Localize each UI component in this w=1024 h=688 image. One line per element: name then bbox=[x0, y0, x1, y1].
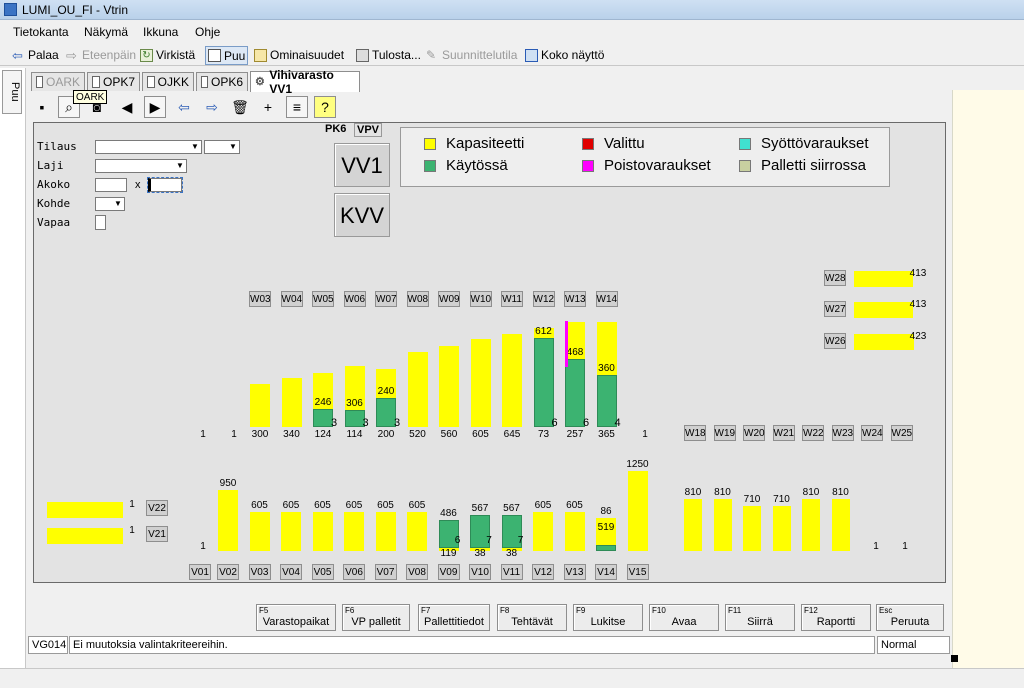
legend-swatch bbox=[424, 159, 436, 172]
chevron-down-icon: ▼ bbox=[176, 161, 184, 170]
arrow-left-icon: ⇦ bbox=[12, 47, 23, 63]
sort-icon[interactable]: ≡ bbox=[286, 96, 308, 118]
menu-bar: Tietokanta Näkymä Ikkuna Ohje bbox=[0, 22, 1024, 42]
left-panel bbox=[0, 68, 26, 668]
legend-swatch bbox=[739, 137, 751, 150]
chevron-down-icon: ▼ bbox=[229, 142, 237, 151]
legend-swatch bbox=[582, 137, 594, 150]
f11-siirra-button[interactable]: F11 Siirrä bbox=[725, 604, 795, 631]
tab-opk6[interactable]: OPK6 bbox=[196, 72, 248, 91]
label-akoko: Akoko bbox=[37, 178, 71, 191]
tab-page-icon bbox=[92, 76, 100, 88]
akoko-height-input[interactable] bbox=[147, 177, 183, 193]
label-laji: Laji bbox=[37, 159, 64, 172]
f5-varastopaikat-button[interactable]: F5 Varastopaikat bbox=[256, 604, 336, 631]
legend-syottovaraukset: Syöttövaraukset bbox=[739, 135, 869, 152]
arrow-right-icon[interactable]: ⇨ bbox=[201, 96, 223, 118]
tab-page-icon bbox=[201, 76, 208, 88]
tree-icon bbox=[208, 49, 221, 62]
title-bar: LUMI_OU_FI - Vtrin bbox=[0, 0, 1024, 20]
legend-kaytossa: Käytössä bbox=[424, 157, 508, 174]
f12-raportti-button[interactable]: F12 Raportti bbox=[801, 604, 871, 631]
legend-poistovaraukset: Poistovaraukset bbox=[582, 157, 711, 174]
legend-swatch bbox=[424, 137, 436, 150]
vv1-button[interactable]: VV1 bbox=[334, 143, 390, 187]
tilaus-dropdown-2[interactable]: ▼ bbox=[204, 140, 240, 154]
app-icon bbox=[4, 3, 17, 16]
legend-kapasiteetti: Kapasiteetti bbox=[424, 135, 524, 152]
legend-valittu: Valittu bbox=[582, 135, 645, 152]
legend-swatch bbox=[739, 159, 751, 172]
laji-dropdown[interactable]: ▼ bbox=[95, 159, 187, 173]
menu-nakyma[interactable]: Näkymä bbox=[84, 25, 128, 39]
pk6-label: PK6 bbox=[325, 123, 347, 135]
legend-palletti-siirrossa: Palletti siirrossa bbox=[739, 157, 866, 174]
back-button[interactable]: ⇦ Palaa bbox=[12, 48, 59, 62]
chevron-down-icon: ▼ bbox=[191, 142, 199, 151]
kvv-button[interactable]: KVV bbox=[334, 193, 390, 237]
print-button[interactable]: Tulosta... bbox=[356, 48, 421, 62]
menu-ohje[interactable]: Ohje bbox=[195, 25, 220, 39]
tree-button[interactable]: Puu bbox=[205, 46, 249, 65]
fullscreen-icon bbox=[525, 48, 538, 62]
status-code: VG014 bbox=[28, 636, 68, 654]
tab-page-icon bbox=[36, 76, 43, 88]
design-icon: ✎ bbox=[426, 47, 437, 62]
chevron-down-icon: ▼ bbox=[114, 199, 122, 208]
refresh-icon: ↻ bbox=[140, 48, 153, 62]
kohde-dropdown[interactable]: ▼ bbox=[95, 197, 125, 211]
tab-vihivarasto-vv1[interactable]: ⚙ Vihivarasto VV1 bbox=[250, 68, 360, 96]
f10-avaa-button[interactable]: F10 Avaa bbox=[649, 604, 719, 631]
menu-tietokanta[interactable]: Tietokanta bbox=[13, 25, 69, 39]
help-icon[interactable]: ? bbox=[314, 96, 336, 118]
tab-opk7[interactable]: OPK7 bbox=[87, 72, 140, 91]
storage-icon: ⚙ bbox=[255, 76, 265, 88]
f7-pallettitiedot-button[interactable]: F7 Pallettitiedot bbox=[418, 604, 490, 631]
design-mode-button[interactable]: ✎ Suunnittelutila bbox=[426, 48, 517, 62]
main-toolbar: ⇦ Palaa ⇨ Eteenpäin ↻ Virkistä Puu Omina… bbox=[0, 44, 1024, 66]
delete-icon[interactable]: 🗑 bbox=[229, 96, 251, 118]
status-mode: Normal bbox=[877, 636, 950, 654]
resize-handle[interactable] bbox=[951, 655, 958, 662]
right-pane bbox=[952, 90, 1024, 668]
tab-page-icon bbox=[147, 76, 155, 88]
next-icon[interactable]: ▶ bbox=[144, 96, 166, 118]
refresh-button[interactable]: ↻ Virkistä bbox=[140, 48, 195, 62]
akoko-separator: x bbox=[135, 179, 141, 191]
legend-swatch bbox=[582, 159, 594, 172]
f8-tehtavat-button[interactable]: F8 Tehtävät bbox=[497, 604, 567, 631]
save-icon[interactable]: ▪ bbox=[31, 96, 53, 118]
arrow-left-icon[interactable]: ⇦ bbox=[173, 96, 195, 118]
esc-peruuta-button[interactable]: Esc Peruuta bbox=[876, 604, 944, 631]
properties-button[interactable]: Ominaisuudet bbox=[254, 48, 344, 62]
previous-icon[interactable]: ◀ bbox=[116, 96, 138, 118]
tilaus-dropdown[interactable]: ▼ bbox=[95, 140, 202, 154]
tooltip: OARK bbox=[73, 90, 108, 104]
printer-icon bbox=[356, 48, 369, 62]
properties-icon bbox=[254, 48, 267, 62]
vpv-label: VPV bbox=[354, 123, 383, 137]
bottom-bar bbox=[0, 668, 1024, 688]
add-icon[interactable]: + bbox=[257, 96, 279, 118]
tab-ojkk[interactable]: OJKK bbox=[142, 72, 194, 91]
vapaa-checkbox[interactable] bbox=[95, 215, 106, 230]
f6-vp-palletit-button[interactable]: F6 VP palletit bbox=[342, 604, 410, 631]
status-message: Ei muutoksia valintakriteereihin. bbox=[69, 636, 875, 654]
window-title: LUMI_OU_FI - Vtrin bbox=[22, 3, 129, 17]
fullscreen-button[interactable]: Koko näyttö bbox=[525, 48, 604, 62]
forward-button[interactable]: ⇨ Eteenpäin bbox=[66, 48, 136, 62]
menu-ikkuna[interactable]: Ikkuna bbox=[143, 25, 178, 39]
arrow-right-icon: ⇨ bbox=[66, 47, 77, 63]
f9-lukitse-button[interactable]: F9 Lukitse bbox=[573, 604, 643, 631]
label-kohde: Kohde bbox=[37, 197, 71, 210]
side-tab-puu[interactable]: Puu bbox=[2, 70, 22, 114]
akoko-width-input[interactable] bbox=[95, 178, 127, 192]
tab-oark[interactable]: OARK bbox=[31, 72, 85, 91]
label-vapaa: Vapaa bbox=[37, 216, 71, 229]
label-tilaus: Tilaus bbox=[37, 140, 77, 153]
